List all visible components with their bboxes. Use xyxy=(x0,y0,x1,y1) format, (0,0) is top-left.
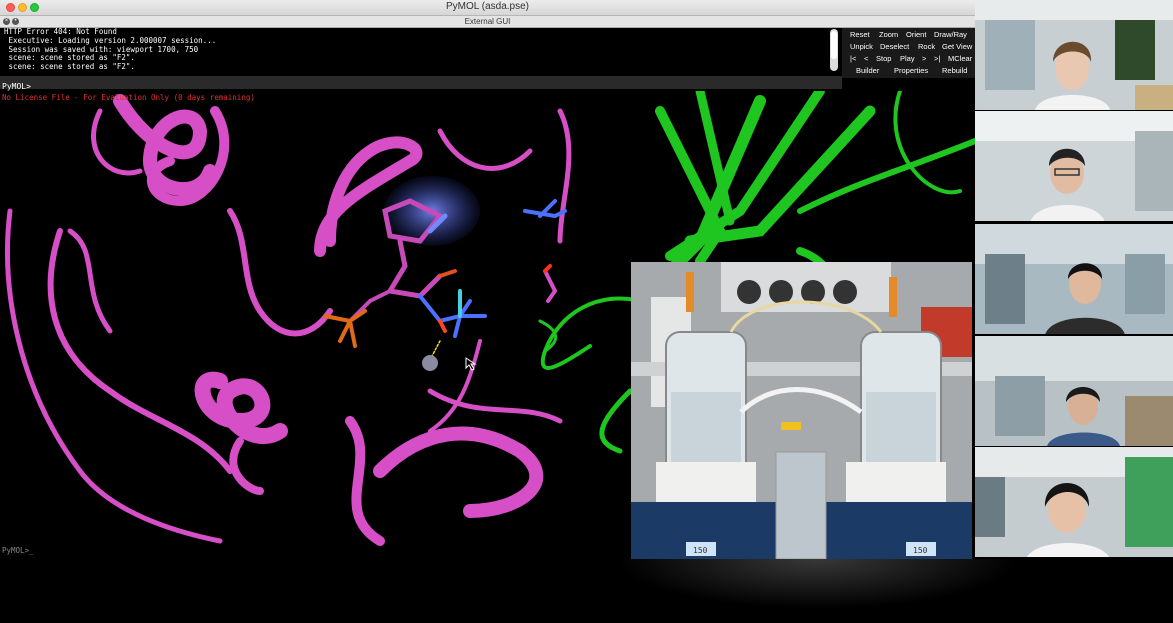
participant-video xyxy=(975,0,1173,110)
participant-video xyxy=(975,111,1173,221)
output-log: HTTP Error 404: Not Found Executive: Loa… xyxy=(0,28,842,72)
title-bar: PyMOL (asda.pse) xyxy=(0,0,975,16)
next-frame-button[interactable]: > xyxy=(922,54,926,63)
left-stirrer-display: 150 xyxy=(693,546,708,555)
participant-video xyxy=(975,336,1173,446)
participant-tile-1[interactable] xyxy=(975,0,1173,110)
gui-subtitle-bar: × • External GUI xyxy=(0,16,975,28)
participant-video xyxy=(975,224,1173,334)
lab-scene: 150 150 xyxy=(631,262,972,559)
last-frame-button[interactable]: >| xyxy=(934,54,940,63)
get-view-button[interactable]: Get View xyxy=(942,42,972,51)
participant-tile-5[interactable] xyxy=(975,447,1173,557)
participant-tile-3[interactable] xyxy=(975,224,1173,334)
bottom-prompt: PyMOL>_ xyxy=(2,546,34,555)
builder-button[interactable]: Builder xyxy=(856,66,879,75)
command-input[interactable]: PyMOL> xyxy=(0,76,842,91)
ligand-sticks xyxy=(323,176,567,371)
play-button[interactable]: Play xyxy=(900,54,915,63)
first-frame-button[interactable]: |< xyxy=(850,54,856,63)
reset-button[interactable]: Reset xyxy=(850,30,870,39)
video-shadow xyxy=(615,559,1020,609)
window-title: PyMOL (asda.pse) xyxy=(446,1,529,12)
rebuild-button[interactable]: Rebuild xyxy=(942,66,967,75)
previous-frame-button[interactable]: < xyxy=(864,54,868,63)
log-scrollbar[interactable] xyxy=(830,29,838,71)
magenta-chain xyxy=(5,94,572,546)
log-line: scene: scene stored as "F2". xyxy=(4,62,135,72)
stop-button[interactable]: Stop xyxy=(876,54,891,63)
command-prompt: PyMOL> xyxy=(2,82,31,91)
control-panel: Reset Zoom Orient Draw/Ray Unpick Desele… xyxy=(842,28,975,78)
properties-button[interactable]: Properties xyxy=(894,66,928,75)
orient-button[interactable]: Orient xyxy=(906,30,926,39)
scrollbar-thumb[interactable] xyxy=(831,31,837,59)
participant-tile-2[interactable] xyxy=(975,111,1173,221)
draw-ray-button[interactable]: Draw/Ray xyxy=(934,30,967,39)
zoom-button[interactable]: Zoom xyxy=(879,30,898,39)
deselect-button[interactable]: Deselect xyxy=(880,42,909,51)
rock-button[interactable]: Rock xyxy=(918,42,935,51)
unpick-button[interactable]: Unpick xyxy=(850,42,873,51)
right-stirrer-display: 150 xyxy=(913,546,928,555)
mclear-button[interactable]: MClear xyxy=(948,54,972,63)
license-notice: No License File - For Evaluation Only (0… xyxy=(2,93,255,102)
participant-tile-4[interactable] xyxy=(975,336,1173,446)
lab-video-feed: 150 150 xyxy=(631,262,972,559)
participant-video xyxy=(975,447,1173,557)
gui-subtitle: External GUI xyxy=(464,17,511,26)
